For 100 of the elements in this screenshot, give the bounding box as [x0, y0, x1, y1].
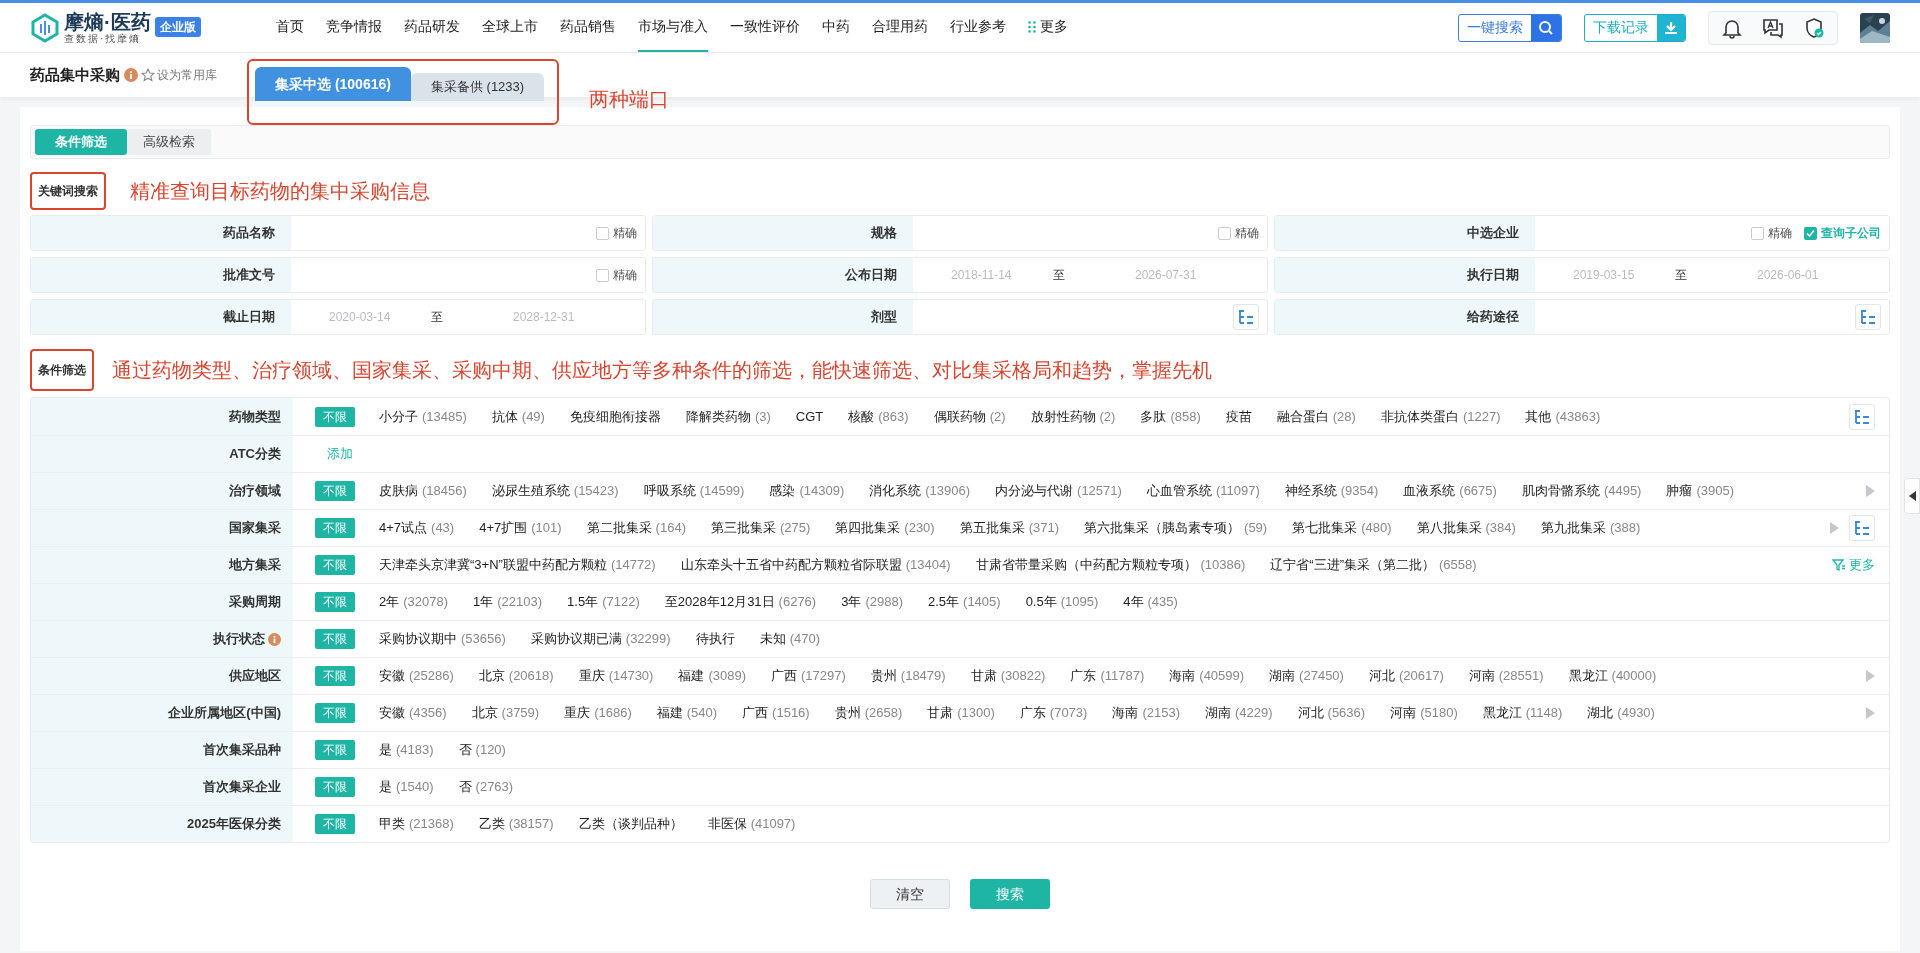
filter-option[interactable]: 第六批集采（胰岛素专项） (59) [1084, 518, 1268, 538]
filter-option[interactable]: 采购协议期中 (53656) [379, 629, 506, 649]
filter-option[interactable]: 乙类（谈判品种） [578, 814, 683, 834]
filter-option[interactable]: 降解类药物 (3) [685, 406, 771, 427]
filter-option[interactable]: 第二批集采 (164) [586, 518, 686, 538]
filter-option[interactable]: 北京 (3759) [471, 703, 540, 723]
date-field[interactable]: 2028-12-31 [513, 308, 603, 326]
filter-option[interactable]: 福建 (540) [656, 703, 718, 723]
filter-option[interactable]: 重庆 (14730) [578, 666, 654, 686]
tree-button[interactable] [1855, 304, 1881, 330]
mode-tab[interactable]: 高级检索 [127, 129, 211, 155]
filter-option[interactable]: 放射性药物 (2) [1030, 406, 1116, 427]
tree-button[interactable] [1233, 304, 1259, 330]
filter-option[interactable]: 1.5年 (7122) [567, 592, 640, 612]
filter-option[interactable]: 4+7试点 (43) [379, 518, 455, 538]
filter-option[interactable]: 免疫细胞衔接器 [569, 406, 661, 427]
filter-option[interactable]: 融合蛋白 (28) [1276, 406, 1356, 427]
filter-option[interactable]: 泌尿生殖系统 (15423) [491, 481, 619, 501]
filter-option[interactable]: 甘肃 (30822) [970, 666, 1046, 686]
filter-option[interactable]: 皮肤病 (18456) [379, 481, 467, 501]
nav-item[interactable]: 药品研发 [404, 3, 460, 52]
filter-option[interactable]: 辽宁省“三进”集采（第二批） (6558) [1270, 555, 1477, 575]
filter-option[interactable]: 福建 (3089) [678, 666, 746, 686]
filter-option[interactable]: 至2028年12月31日 (6276) [664, 592, 817, 612]
quick-search-button[interactable]: 一键搜索 [1458, 13, 1562, 42]
filter-option[interactable]: 未知 (470) [759, 629, 820, 649]
filter-option[interactable]: 否 (120) [458, 740, 506, 760]
filter-option[interactable]: 采购协议期已满 (32299) [530, 629, 671, 649]
filter-option[interactable]: 北京 (20618) [478, 666, 554, 686]
nav-item[interactable]: 药品销售 [560, 3, 616, 52]
filter-option[interactable]: 待执行 [695, 629, 735, 649]
filter-option[interactable]: 内分泌与代谢 (12571) [995, 481, 1122, 501]
filter-option[interactable]: 感染 (14309) [769, 481, 845, 501]
filter-option[interactable]: 山东牵头十五省中药配方颗粒省际联盟 (13404) [680, 555, 951, 575]
nav-item[interactable]: 首页 [276, 3, 304, 52]
filter-option[interactable]: 第八批集采 (384) [1416, 518, 1516, 538]
filter-option[interactable]: 黑龙江 (1148) [1482, 703, 1563, 723]
filter-option[interactable]: 疫苗 [1225, 406, 1252, 427]
filter-option[interactable]: 海南 (40599) [1169, 666, 1245, 686]
filter-option[interactable]: 0.5年 (1095) [1025, 592, 1099, 612]
nav-item[interactable]: 中药 [822, 3, 850, 52]
filter-option[interactable]: 是 (1540) [379, 777, 434, 797]
clear-button[interactable]: 清空 [870, 879, 950, 909]
filter-option[interactable]: 河南 (28551) [1468, 666, 1544, 686]
filter-option[interactable]: 肿瘤 (3905) [1666, 481, 1735, 501]
filter-option[interactable]: 广东 (11787) [1070, 666, 1145, 686]
filter-option[interactable]: 小分子 (13485) [379, 406, 467, 427]
filter-option[interactable]: 3年 (2988) [841, 592, 903, 612]
filter-option[interactable]: 血液系统 (6675) [1403, 481, 1497, 501]
filter-option[interactable]: 4年 (435) [1123, 592, 1178, 612]
filter-option[interactable]: 其他 (43863) [1525, 406, 1601, 427]
filter-option[interactable]: 湖北 (4930) [1587, 703, 1655, 723]
picker-field[interactable]: 给药途径 [1274, 299, 1890, 335]
filter-option[interactable]: 偶联药物 (2) [933, 406, 1006, 427]
filter-option[interactable]: 湖南 (4229) [1205, 703, 1273, 723]
filter-option[interactable]: 呼吸系统 (14599) [643, 481, 745, 501]
filter-option[interactable]: 肌肉骨骼系统 (4495) [1521, 481, 1642, 501]
checkbox[interactable]: 精确 [1751, 224, 1792, 242]
date-field[interactable]: 2018-11-14 [951, 266, 1041, 284]
shield-check-icon[interactable] [1803, 16, 1825, 39]
filter-option[interactable]: 贵州 (18479) [870, 666, 946, 686]
date-field[interactable]: 2026-07-31 [1135, 266, 1225, 284]
filter-option[interactable]: 河北 (20617) [1368, 666, 1444, 686]
filter-option[interactable]: 心血管系统 (11097) [1146, 481, 1260, 501]
filter-option[interactable]: 广西 (17297) [771, 666, 846, 686]
filter-option[interactable]: 乙类 (38157) [478, 814, 554, 834]
filter-option[interactable]: 甲类 (21368) [379, 814, 454, 834]
nav-item[interactable]: 行业参考 [950, 3, 1006, 52]
filter-option[interactable]: 多肽 (858) [1140, 406, 1201, 427]
nav-item[interactable]: 一致性评价 [730, 3, 800, 52]
filter-option[interactable]: 贵州 (2658) [834, 703, 903, 723]
filter-option[interactable]: 非医保 (41097) [707, 814, 796, 834]
filter-option[interactable]: 河南 (5180) [1390, 703, 1458, 723]
filter-option[interactable]: 神经系统 (9354) [1284, 481, 1379, 501]
filter-option[interactable]: 甘肃省带量采购（中药配方颗粒专项） (10386) [975, 555, 1246, 575]
filter-option[interactable]: 第五批集采 (371) [959, 518, 1060, 538]
filter-option[interactable]: 2.5年 (1405) [928, 592, 1001, 612]
filter-option[interactable]: 第三批集采 (275) [710, 518, 811, 538]
filter-option[interactable]: 甘肃 (1300) [927, 703, 995, 723]
nav-item[interactable]: 全球上市 [482, 3, 538, 52]
tree-button[interactable] [1849, 403, 1875, 430]
date-field[interactable]: 2020-03-14 [329, 308, 419, 326]
filter-option[interactable]: 第七批集采 (480) [1292, 518, 1392, 538]
filter-option[interactable]: 湖南 (27450) [1269, 666, 1344, 686]
date-field[interactable]: 2026-06-01 [1757, 266, 1847, 284]
filter-option[interactable]: 4+7扩围 (101) [479, 518, 562, 538]
filter-option[interactable]: 消化系统 (13906) [869, 481, 971, 501]
filter-option[interactable]: 天津牵头京津冀“3+N”联盟中药配方颗粒 (14772) [379, 555, 656, 575]
filter-option[interactable]: 是 (4183) [379, 740, 434, 760]
filter-option[interactable]: 黑龙江 (40000) [1568, 666, 1657, 686]
filter-option[interactable]: 河北 (5636) [1297, 703, 1366, 723]
nav-item[interactable]: 竞争情报 [326, 3, 382, 52]
filter-option[interactable]: 2年 (32078) [379, 592, 449, 612]
filter-option[interactable]: 重庆 (1686) [564, 703, 632, 723]
picker-field[interactable]: 剂型 [652, 299, 1268, 335]
filter-option[interactable]: 安徽 (4356) [379, 703, 447, 723]
filter-option[interactable]: 第四批集采 (230) [835, 518, 935, 538]
filter-option[interactable]: 广西 (1516) [742, 703, 810, 723]
filter-option[interactable]: 安徽 (25286) [379, 666, 454, 686]
favorite-link[interactable]: 设为常用库 [141, 66, 217, 84]
